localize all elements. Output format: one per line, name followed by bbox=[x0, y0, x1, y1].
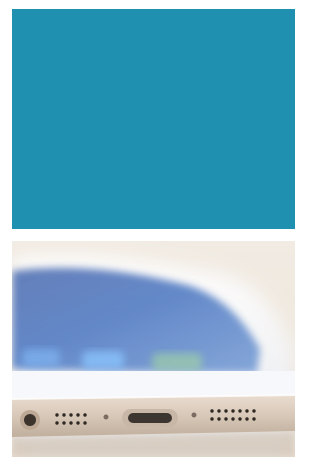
screw-icon bbox=[103, 414, 109, 420]
phone-photo bbox=[12, 241, 295, 457]
phone-illustration bbox=[12, 256, 295, 457]
headphone-jack-hole bbox=[24, 414, 36, 426]
app-icon bbox=[152, 353, 202, 371]
app-icon bbox=[22, 349, 60, 367]
page bbox=[0, 0, 297, 459]
charging-port-hole bbox=[128, 413, 172, 423]
app-icon bbox=[82, 351, 124, 369]
screw-icon bbox=[191, 412, 197, 418]
teal-color-block bbox=[12, 9, 295, 229]
